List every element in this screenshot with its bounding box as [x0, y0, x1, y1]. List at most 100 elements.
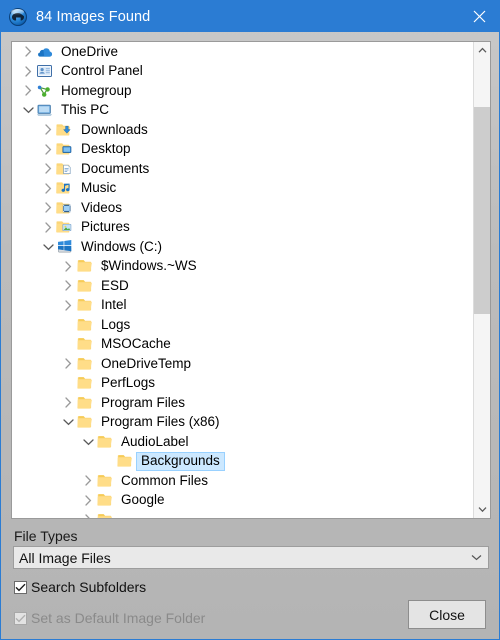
tree-item-label: AudioLabel [121, 433, 189, 449]
images-found-dialog: 84 Images Found OneDrive Control Panel Hom… [0, 0, 500, 640]
chevron-right-icon[interactable] [40, 219, 56, 235]
folder-icon [96, 473, 113, 489]
tree-item-label: Logs [101, 316, 131, 332]
chevron-down-icon[interactable] [20, 102, 36, 118]
chevron-right-icon[interactable] [20, 63, 36, 79]
pictures-folder-icon [56, 219, 73, 235]
chevron-right-icon[interactable] [80, 473, 96, 489]
chevron-right-icon[interactable] [60, 278, 76, 294]
tree-item-homegroup[interactable]: Homegroup [12, 81, 473, 101]
tree-item-perflogs[interactable]: PerfLogs [12, 374, 473, 394]
tree-item-documents[interactable]: Documents [12, 159, 473, 179]
tree-item-desktop[interactable]: Desktop [12, 140, 473, 160]
tree-item-onedrivetemp[interactable]: OneDriveTemp [12, 354, 473, 374]
tree-item-backgrounds[interactable]: Backgrounds [12, 452, 473, 472]
tree-item-label: Music [81, 180, 117, 195]
set-default-image-folder-label: Set as Default Image Folder [31, 610, 206, 626]
tree-item-label: This PC [61, 102, 110, 117]
tree-item-partial[interactable] [12, 510, 473, 518]
folder-tree[interactable]: OneDrive Control Panel Homegroup This PC Dow… [12, 42, 473, 518]
tree-item-label: Homegroup [61, 82, 132, 98]
tree-item-label: Google [121, 492, 165, 507]
folder-icon [76, 336, 93, 352]
scrollbar-thumb[interactable] [474, 107, 490, 314]
tree-item-intel[interactable]: Intel [12, 296, 473, 316]
tree-item-label: OneDrive [61, 43, 119, 59]
chevron-up-icon[interactable] [474, 42, 490, 59]
tree-item-windows-ws[interactable]: $Windows.~WS [12, 257, 473, 277]
folder-icon [96, 434, 113, 450]
set-default-image-folder-checkbox: Set as Default Image Folder [14, 610, 205, 626]
tree-item-google[interactable]: Google [12, 491, 473, 511]
desktop-folder-icon [56, 141, 73, 157]
file-types-select[interactable]: All Image Files [13, 546, 489, 569]
search-subfolders-label: Search Subfolders [31, 579, 147, 595]
tree-item-msocache[interactable]: MSOCache [12, 335, 473, 355]
downloads-folder-icon [56, 122, 73, 138]
windows-drive-icon [56, 239, 73, 255]
chevron-down-icon[interactable] [474, 501, 490, 518]
tree-item-esd[interactable]: ESD [12, 276, 473, 296]
tree-item-label: PerfLogs [101, 375, 156, 390]
folder-icon [76, 356, 93, 372]
close-button[interactable]: Close [408, 600, 486, 629]
videos-folder-icon [56, 200, 73, 216]
chevron-right-icon[interactable] [20, 83, 36, 99]
chevron-right-icon[interactable] [40, 180, 56, 196]
tree-item-label: Intel [101, 297, 127, 312]
search-subfolders-checkbox[interactable]: Search Subfolders [14, 579, 146, 595]
chevron-down-icon[interactable] [60, 414, 76, 430]
chevron-right-icon[interactable] [40, 141, 56, 157]
music-folder-icon [56, 180, 73, 196]
tree-item-label: Control Panel [61, 63, 143, 78]
tree-item-label: Common Files [121, 472, 209, 488]
window-title: 84 Images Found [36, 8, 151, 25]
tree-item-downloads[interactable]: Downloads [12, 120, 473, 140]
tree-vertical-scrollbar[interactable] [473, 42, 490, 518]
chevron-right-icon[interactable] [60, 395, 76, 411]
tree-item-label: MSOCache [101, 336, 171, 351]
chevron-down-icon[interactable] [40, 239, 56, 255]
file-types-label: File Types [14, 528, 78, 544]
chevron-right-icon[interactable] [20, 44, 36, 60]
tree-item-audiolabel[interactable]: AudioLabel [12, 432, 473, 452]
chevron-down-icon [471, 547, 482, 568]
file-types-value: All Image Files [19, 549, 111, 566]
tree-item-common-files[interactable]: Common Files [12, 471, 473, 491]
chevron-right-icon[interactable] [40, 161, 56, 177]
tree-item-label: ESD [101, 277, 129, 293]
folder-icon [76, 278, 93, 294]
chevron-down-icon[interactable] [80, 434, 96, 450]
folder-icon [76, 297, 93, 313]
folder-icon [76, 317, 93, 333]
tree-item-control-panel[interactable]: Control Panel [12, 62, 473, 82]
chevron-right-icon[interactable] [40, 200, 56, 216]
close-icon[interactable] [457, 1, 499, 32]
tree-item-label: Videos [81, 199, 123, 215]
tree-item-pictures[interactable]: Pictures [12, 218, 473, 238]
tree-item-label: $Windows.~WS [101, 258, 197, 273]
chevron-right-icon[interactable] [60, 356, 76, 372]
tree-item-windows-c[interactable]: Windows (C:) [12, 237, 473, 257]
chevron-right-icon[interactable] [80, 512, 96, 518]
onedrive-cloud-icon [36, 44, 53, 60]
chevron-right-icon[interactable] [80, 492, 96, 508]
folder-icon [116, 453, 133, 469]
tree-item-videos[interactable]: Videos [12, 198, 473, 218]
chevron-right-icon[interactable] [60, 258, 76, 274]
tree-item-label: Program Files [101, 394, 186, 410]
tree-item-logs[interactable]: Logs [12, 315, 473, 335]
tree-item-this-pc[interactable]: This PC [12, 101, 473, 121]
tree-item-program-files-x86[interactable]: Program Files (x86) [12, 413, 473, 433]
chevron-right-icon[interactable] [40, 122, 56, 138]
tree-item-program-files[interactable]: Program Files [12, 393, 473, 413]
chevron-right-icon[interactable] [60, 297, 76, 313]
folder-icon [96, 492, 113, 508]
tree-item-music[interactable]: Music [12, 179, 473, 199]
tree-item-onedrive[interactable]: OneDrive [12, 42, 473, 62]
folder-icon [76, 258, 93, 274]
title-bar: 84 Images Found [1, 1, 499, 32]
